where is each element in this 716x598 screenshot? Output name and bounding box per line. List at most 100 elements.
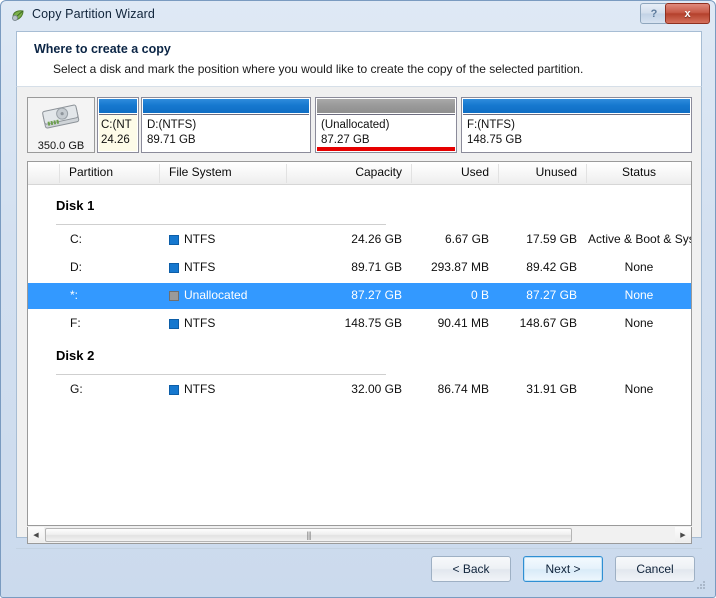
partition-block-size: 89.71 GB [147, 134, 196, 146]
column-header-partition[interactable]: Partition [69, 165, 113, 179]
column-header-status[interactable]: Status [594, 165, 684, 179]
file-system-swatch-icon [169, 291, 179, 301]
cell-unused: 31.91 GB [526, 382, 577, 396]
disk-map: 350.0 GB C:(NT 24.26 D:(NTFS) 89.71 GB (… [27, 97, 692, 153]
cell-partition: *: [70, 288, 79, 302]
column-separator [411, 164, 412, 183]
horizontal-scrollbar[interactable]: ◀ ||| ▶ [27, 527, 692, 544]
column-header-used[interactable]: Used [420, 165, 489, 179]
table-header-row: Partition File System Capacity Used Unus… [28, 162, 691, 185]
cell-capacity: 24.26 GB [351, 232, 402, 246]
dialog-body: 350.0 GB C:(NT 24.26 D:(NTFS) 89.71 GB (… [16, 86, 702, 544]
file-system-swatch-icon [169, 263, 179, 273]
cell-capacity: 148.75 GB [344, 316, 402, 330]
cell-file-system: NTFS [184, 232, 216, 246]
partition-block-name: (Unallocated) [321, 119, 390, 131]
help-button[interactable]: ? [640, 3, 668, 24]
cell-status: None [624, 316, 654, 330]
next-button[interactable]: Next > [523, 556, 603, 582]
table-row[interactable]: D: NTFS 89.71 GB 293.87 MB 89.42 GB None [28, 255, 691, 281]
column-header-unused[interactable]: Unused [507, 165, 577, 179]
partition-usage-bar [99, 99, 137, 113]
cell-used: 86.74 MB [437, 382, 489, 396]
cell-partition: D: [70, 260, 82, 274]
group-rule [56, 374, 386, 375]
cell-unused: 148.67 GB [519, 316, 577, 330]
cell-used: 293.87 MB [430, 260, 489, 274]
scroll-left-arrow-icon[interactable]: ◀ [28, 527, 44, 542]
cell-capacity: 87.27 GB [351, 288, 402, 302]
column-separator [286, 164, 287, 183]
cell-unused: 17.59 GB [526, 232, 577, 246]
table-row[interactable]: *: Unallocated 87.27 GB 0 B 87.27 GB Non… [28, 283, 691, 309]
partition-block-body: (Unallocated) 87.27 GB [317, 114, 455, 151]
table-row[interactable]: C: NTFS 24.26 GB 6.67 GB 17.59 GB Active… [28, 227, 691, 253]
partition-block-unallocated[interactable]: (Unallocated) 87.27 GB [315, 97, 457, 153]
file-system-swatch-icon [169, 385, 179, 395]
partition-usage-bar [317, 99, 455, 113]
partition-block-size: 87.27 GB [321, 134, 370, 146]
partition-table: Partition File System Capacity Used Unus… [27, 161, 692, 526]
cell-file-system: NTFS [184, 316, 216, 330]
wizard-leaf-icon [10, 8, 26, 24]
disk-group-label-2: Disk 2 [56, 348, 95, 363]
cell-used: 6.67 GB [444, 232, 489, 246]
partition-usage-bar [463, 99, 690, 113]
resize-grip-icon[interactable] [695, 578, 707, 590]
cell-file-system: NTFS [184, 260, 216, 274]
cell-file-system: NTFS [184, 382, 216, 396]
partition-block-f[interactable]: F:(NTFS) 148.75 GB [461, 97, 692, 153]
close-button[interactable]: x [665, 3, 710, 24]
partition-block-name: C:(NT [101, 119, 132, 131]
cell-capacity: 32.00 GB [351, 382, 402, 396]
table-body: Disk 1 C: NTFS 24.26 GB 6.67 GB 17.59 GB… [28, 185, 691, 503]
partition-block-d[interactable]: D:(NTFS) 89.71 GB [141, 97, 311, 153]
cell-partition: G: [70, 382, 83, 396]
partition-usage-bar [143, 99, 309, 113]
cell-capacity: 89.71 GB [351, 260, 402, 274]
group-rule [56, 224, 386, 225]
cell-unused: 89.42 GB [526, 260, 577, 274]
partition-block-c[interactable]: C:(NT 24.26 [97, 97, 139, 153]
partition-block-body: D:(NTFS) 89.71 GB [143, 114, 309, 151]
column-separator [498, 164, 499, 183]
wizard-header: Where to create a copy Select a disk and… [16, 31, 702, 86]
disk-size-label: 350.0 GB [37, 140, 85, 152]
partition-block-body: F:(NTFS) 148.75 GB [463, 114, 690, 151]
dialog-window: Copy Partition Wizard ? x Where to creat… [0, 0, 716, 598]
column-header-capacity[interactable]: Capacity [295, 165, 402, 179]
partition-block-size: 148.75 GB [467, 134, 522, 146]
disk-summary-box: 350.0 GB [27, 97, 95, 153]
partition-block-name: F:(NTFS) [467, 119, 515, 131]
cell-used: 90.41 MB [437, 316, 489, 330]
cell-unused: 87.27 GB [526, 288, 577, 302]
cell-partition: F: [70, 316, 81, 330]
partition-block-size: 24.26 [101, 134, 130, 146]
cell-status: None [624, 260, 654, 274]
cell-file-system: Unallocated [184, 288, 248, 302]
title-bar: Copy Partition Wizard ? x [1, 1, 715, 30]
hard-disk-icon [39, 103, 83, 138]
partition-block-body: C:(NT 24.26 [99, 114, 137, 151]
cell-partition: C: [70, 232, 82, 246]
column-separator [59, 164, 60, 183]
file-system-swatch-icon [169, 319, 179, 329]
cell-status: None [624, 288, 654, 302]
file-system-swatch-icon [169, 235, 179, 245]
table-row[interactable]: F: NTFS 148.75 GB 90.41 MB 148.67 GB Non… [28, 311, 691, 337]
disk-group-label-1: Disk 1 [56, 198, 95, 213]
cell-status: Active & Boot & Syste [588, 232, 691, 246]
column-separator [586, 164, 587, 183]
back-button[interactable]: < Back [431, 556, 511, 582]
table-row[interactable]: G: NTFS 32.00 GB 86.74 MB 31.91 GB None [28, 377, 691, 403]
scroll-right-arrow-icon[interactable]: ▶ [675, 527, 691, 542]
scrollbar-thumb[interactable]: ||| [45, 528, 572, 542]
footer-divider [16, 548, 702, 549]
column-separator [159, 164, 160, 183]
cancel-button[interactable]: Cancel [615, 556, 695, 582]
partition-block-name: D:(NTFS) [147, 119, 197, 131]
cell-status: None [624, 382, 654, 396]
column-header-file-system[interactable]: File System [169, 165, 232, 179]
window-title: Copy Partition Wizard [32, 7, 155, 21]
cell-used: 0 B [470, 288, 489, 302]
